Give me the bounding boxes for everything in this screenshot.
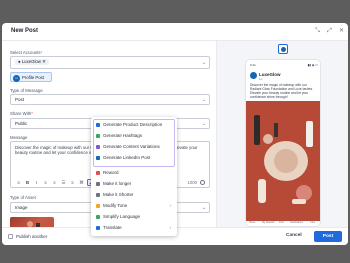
list-icon[interactable]: ☰ <box>60 179 67 186</box>
message-type-select[interactable]: Post ⌄ <box>10 94 210 105</box>
ai-assist-menu: Generate Product Description Generate Ha… <box>91 117 177 236</box>
menu-item-make-shorter[interactable]: Make it Shorter <box>95 190 173 199</box>
chevron-down-icon: ⌄ <box>201 121 206 127</box>
shorten-text-icon <box>96 192 100 197</box>
menu-item-generate-variations[interactable]: Generate Content Variations <box>95 142 173 151</box>
nav-post: Post <box>279 221 284 224</box>
expand-text-icon <box>96 181 100 186</box>
preview-text: Discover the magic of makeup with our Ra… <box>250 83 314 99</box>
menu-item-reword[interactable]: Reword <box>95 168 173 177</box>
align-left-icon[interactable]: ≡ <box>42 179 49 186</box>
chevron-down-icon: ⌄ <box>201 60 206 66</box>
phone-preview: 9:41 ▮▮ ◉ ▭ LuxeGlow 1d Discover the magi… <box>245 59 321 227</box>
variations-icon <box>96 144 100 149</box>
expand-icon[interactable]: ⤢ <box>325 27 334 36</box>
cancel-button[interactable]: Cancel <box>286 233 302 238</box>
menu-item-simplify[interactable]: Simplify Language <box>95 212 173 221</box>
emoji-icon[interactable]: ☺ <box>15 179 22 186</box>
accounts-label: Select Accounts* <box>10 50 43 55</box>
modal-header: New Post ⤡ ⤢ ✕ <box>2 23 348 41</box>
account-tag[interactable]: ● LuxeGlow ✕ <box>15 59 49 65</box>
profile-post-chip[interactable]: in Profile Post <box>10 72 52 82</box>
chevron-right-icon: › <box>169 203 172 208</box>
preview-nav: Home My Network Post Notifications Jobs <box>246 220 320 226</box>
menu-item-make-longer[interactable]: Make it longer <box>95 179 173 188</box>
link-icon[interactable]: ⌘ <box>78 179 85 186</box>
document-icon <box>96 122 100 127</box>
bold-icon[interactable]: B <box>24 179 31 186</box>
share-with-label: Share With* <box>10 111 33 116</box>
avatar <box>250 72 257 79</box>
nav-jobs: Jobs <box>310 221 316 224</box>
cosmetics-image <box>246 101 320 221</box>
preview-panel: 9:41 ▮▮ ◉ ▭ LuxeGlow 1d Discover the magi… <box>216 41 348 227</box>
schedule-icon[interactable] <box>200 179 205 185</box>
nav-notifications: Notifications <box>290 221 304 224</box>
char-count: 1000 <box>187 180 197 185</box>
preview-image <box>246 101 320 221</box>
asset-type-label: Type of Asset <box>10 195 36 200</box>
translate-icon <box>96 225 100 230</box>
simplify-icon <box>96 214 100 219</box>
reword-icon <box>96 170 100 175</box>
publish-another-label: Publish another <box>16 233 48 239</box>
linkedin-icon <box>96 155 100 160</box>
post-button[interactable]: Post <box>314 231 342 242</box>
menu-item-generate-description[interactable]: Generate Product Description <box>95 120 173 129</box>
avatar: in <box>13 74 20 82</box>
tone-icon <box>96 203 100 208</box>
nav-network: My Network <box>262 221 275 224</box>
close-icon[interactable]: ✕ <box>337 27 346 36</box>
align-right-icon[interactable]: ≡ <box>69 179 76 186</box>
menu-item-modify-tone[interactable]: Modify Tone › <box>95 201 173 210</box>
compress-icon[interactable]: ⤡ <box>313 27 322 36</box>
nav-home: Home <box>249 221 256 224</box>
modal-title: New Post <box>11 28 39 34</box>
align-center-icon[interactable]: ≡ <box>51 179 58 186</box>
publish-another-checkbox[interactable] <box>8 234 13 239</box>
status-bar: 9:41 ▮▮ ◉ ▭ <box>250 63 318 67</box>
accounts-select[interactable]: ● LuxeGlow ✕ ⌄ <box>10 56 210 69</box>
preview-post-age: 1d <box>259 76 263 81</box>
menu-item-generate-linkedin[interactable]: Generate LinkedIn Post <box>95 153 173 162</box>
message-label: Message <box>10 135 28 140</box>
menu-item-translate[interactable]: Translate › <box>95 223 173 232</box>
menu-item-generate-hashtags[interactable]: Generate Hashtags <box>95 131 173 140</box>
asset-thumbnail[interactable] <box>10 217 54 227</box>
hashtag-icon <box>96 133 100 138</box>
chevron-down-icon: ⌄ <box>201 205 206 211</box>
italic-icon[interactable]: I <box>33 179 40 186</box>
chevron-right-icon: › <box>169 225 172 230</box>
linkedin-icon[interactable] <box>278 44 288 54</box>
chevron-down-icon: ⌄ <box>201 97 206 103</box>
message-type-label: Type of Message <box>10 88 43 93</box>
cosmetics-image <box>27 221 40 227</box>
